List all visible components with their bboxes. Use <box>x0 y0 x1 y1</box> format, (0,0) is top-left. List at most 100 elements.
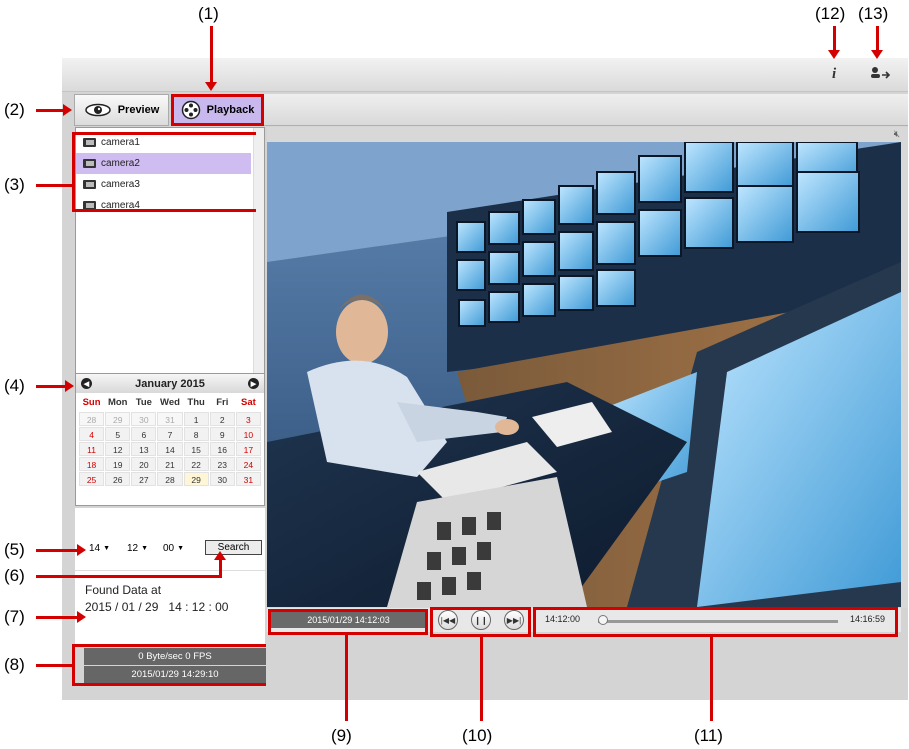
volume-mute-icon[interactable]: 🔇︎ <box>894 129 900 140</box>
calendar: ◀ January 2015 ▶ Sun Mon Tue Wed Thu Fri Sat 28… <box>75 373 265 506</box>
callout-10-box <box>430 607 531 637</box>
callout-9-box <box>268 609 428 635</box>
callout-2-arrowhead <box>63 104 72 116</box>
calendar-day[interactable]: 23 <box>209 457 235 471</box>
calendar-day[interactable]: 3 <box>235 412 261 426</box>
calendar-day[interactable]: 16 <box>209 442 235 456</box>
weekday-header: Fri <box>216 397 229 408</box>
tab-preview[interactable]: Preview <box>74 94 169 126</box>
found-label: Found Data at <box>85 583 162 597</box>
calendar-day[interactable]: 28 <box>79 412 105 426</box>
tab-strip <box>264 94 908 126</box>
calendar-day[interactable]: 25 <box>79 472 105 486</box>
calendar-day[interactable]: 29 <box>105 412 131 426</box>
calendar-day[interactable]: 17 <box>235 442 261 456</box>
callout-11: (11) <box>694 726 723 745</box>
calendar-day[interactable]: 12 <box>105 442 131 456</box>
calendar-day[interactable]: 19 <box>105 457 131 471</box>
weekday-header: Sat <box>241 397 256 408</box>
calendar-day[interactable]: 31 <box>157 412 183 426</box>
callout-3: (3) <box>4 175 25 194</box>
calendar-day[interactable]: 4 <box>79 427 105 441</box>
chevron-down-icon: ▼ <box>103 545 111 552</box>
tab-preview-label: Preview <box>117 104 160 116</box>
callout-7-arrowhead <box>77 611 86 623</box>
calendar-day[interactable]: 18 <box>79 457 105 471</box>
minute-select[interactable]: 12 ▼ <box>127 541 148 556</box>
calendar-day[interactable]: 13 <box>131 442 157 456</box>
calendar-header: ◀ January 2015 ▶ <box>76 374 264 393</box>
calendar-day[interactable]: 30 <box>209 472 235 486</box>
weekday-header: Tue <box>135 397 152 408</box>
callout-6-line-up <box>219 558 222 578</box>
calendar-day[interactable]: 15 <box>183 442 209 456</box>
callout-10-line <box>480 635 483 721</box>
callout-13: (13) <box>858 4 889 23</box>
info-icon[interactable]: i <box>832 66 836 83</box>
callout-4-line <box>36 385 66 388</box>
callout-5-line <box>36 549 78 552</box>
calendar-day[interactable]: 22 <box>183 457 209 471</box>
calendar-day[interactable]: 30 <box>131 412 157 426</box>
calendar-day[interactable]: 10 <box>235 427 261 441</box>
calendar-day[interactable]: 20 <box>131 457 157 471</box>
calendar-day[interactable]: 7 <box>157 427 183 441</box>
callout-3-bracket <box>72 132 256 212</box>
found-time: 14 : 12 : 00 <box>168 600 229 614</box>
eye-icon <box>84 103 111 117</box>
video-feed[interactable] <box>267 142 901 607</box>
calendar-day[interactable]: 24 <box>235 457 261 471</box>
calendar-day[interactable]: 14 <box>157 442 183 456</box>
calendar-day[interactable]: 11 <box>79 442 105 456</box>
callout-6: (6) <box>4 566 25 585</box>
callout-2-line <box>36 109 64 112</box>
calendar-day[interactable]: 6 <box>131 427 157 441</box>
callout-11-line <box>710 635 713 721</box>
callout-8-bracket <box>72 644 266 686</box>
calendar-day[interactable]: 9 <box>209 427 235 441</box>
callout-5-arrowhead <box>77 544 86 556</box>
callout-2: (2) <box>4 100 25 119</box>
prev-month-icon[interactable]: ◀ <box>81 378 92 389</box>
chevron-down-icon: ▼ <box>141 545 149 552</box>
found-data-info: Found Data at 2015 / 01 / 29 14 : 12 : 0… <box>85 582 228 616</box>
callout-1-box <box>171 94 264 126</box>
callout-6-line <box>36 575 221 578</box>
calendar-day[interactable]: 8 <box>183 427 209 441</box>
callout-10: (10) <box>462 726 493 745</box>
calendar-day[interactable]: 2 <box>209 412 235 426</box>
callout-6-arrowhead <box>214 551 226 560</box>
weekday-header: Sun <box>82 397 101 408</box>
chevron-down-icon: ▼ <box>177 545 185 552</box>
hour-select[interactable]: 14 ▼ <box>89 541 110 556</box>
callout-12-line <box>833 26 836 52</box>
callout-3-line <box>36 184 72 187</box>
callout-12-arrowhead <box>828 50 840 59</box>
calendar-day[interactable]: 5 <box>105 427 131 441</box>
found-date: 2015 / 01 / 29 <box>85 600 159 614</box>
calendar-day[interactable]: 29 <box>183 472 209 486</box>
next-month-icon[interactable]: ▶ <box>248 378 259 389</box>
callout-13-line <box>876 26 879 52</box>
calendar-day[interactable]: 21 <box>157 457 183 471</box>
second-select[interactable]: 00 ▼ <box>163 541 184 556</box>
calendar-day[interactable]: 31 <box>235 472 261 486</box>
logout-icon[interactable] <box>870 66 892 84</box>
callout-1-arrowhead <box>205 82 217 91</box>
callout-7-line <box>36 616 78 619</box>
surveillance-scene <box>267 142 901 607</box>
calendar-day[interactable]: 26 <box>105 472 131 486</box>
callout-12: (12) <box>815 4 846 23</box>
callout-13-arrowhead <box>871 50 883 59</box>
callout-4: (4) <box>4 376 25 395</box>
calendar-day[interactable]: 28 <box>157 472 183 486</box>
callout-1-line <box>210 26 213 84</box>
callout-4-arrowhead <box>65 380 74 392</box>
calendar-grid: Sun Mon Tue Wed Thu Fri Sat 28 29 30 31 1 2 3 4 5 6 7 8 9 10… <box>76 393 264 488</box>
calendar-day[interactable]: 27 <box>131 472 157 486</box>
callout-8-line <box>36 664 72 667</box>
callout-8: (8) <box>4 655 25 674</box>
calendar-day[interactable]: 1 <box>183 412 209 426</box>
callout-7: (7) <box>4 607 25 626</box>
callout-1: (1) <box>198 4 219 23</box>
